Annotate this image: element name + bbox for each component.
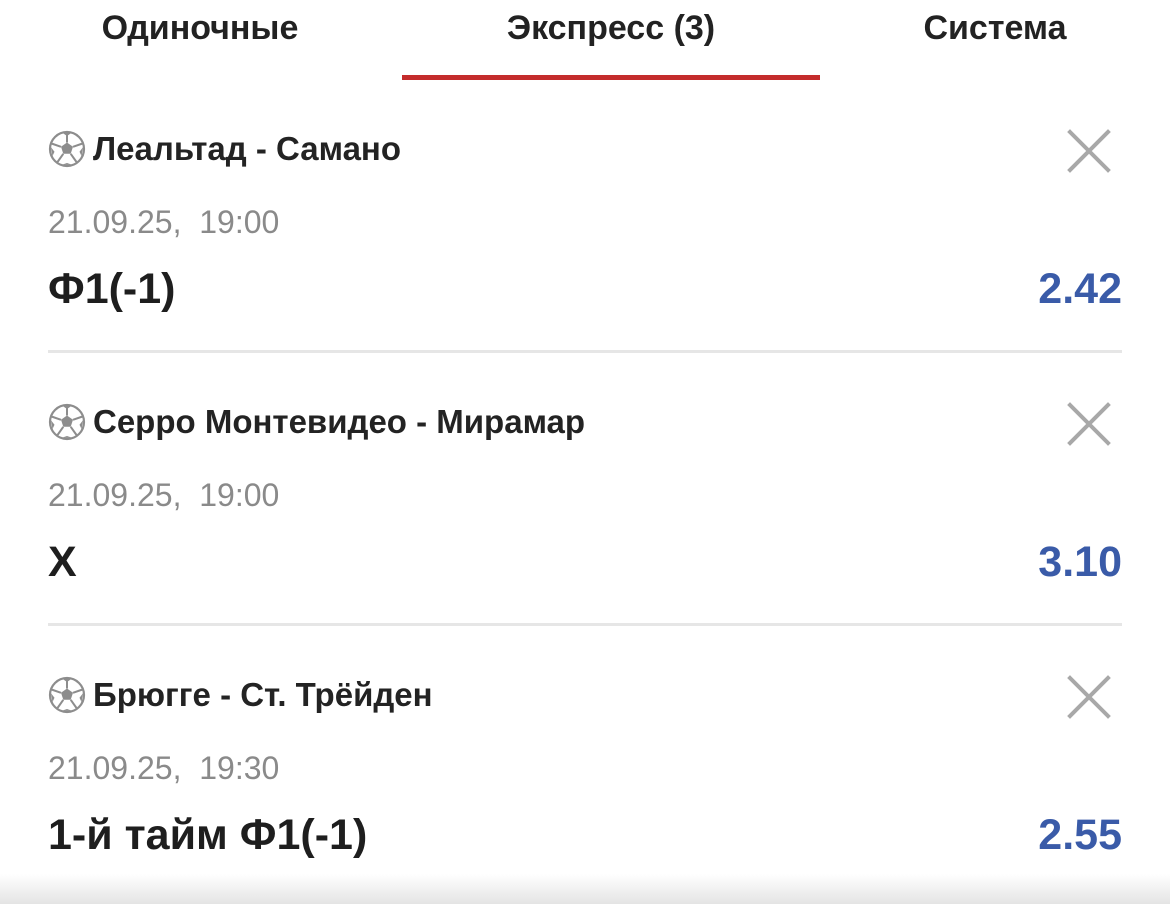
tab-system-label: Система xyxy=(923,9,1067,47)
close-icon xyxy=(1067,129,1111,173)
tab-single-label: Одиночные xyxy=(101,9,299,47)
close-icon xyxy=(1067,402,1111,446)
close-icon xyxy=(1067,675,1111,719)
event-datetime: 21.09.25, 19:00 xyxy=(48,477,280,513)
bet-odds[interactable]: 3.10 xyxy=(1038,538,1122,587)
match-row: Серро Монтевидео - Мирамар xyxy=(48,402,585,442)
tab-system[interactable]: Система xyxy=(820,0,1170,80)
soccer-ball-icon xyxy=(48,130,86,168)
bet-odds[interactable]: 2.55 xyxy=(1038,811,1122,860)
event-datetime: 21.09.25, 19:00 xyxy=(48,204,280,240)
match-row: Леальтад - Самано xyxy=(48,129,401,169)
bottom-panel-shadow xyxy=(0,874,1170,904)
bet-type-tabs: Одиночные Экспресс (3) Система xyxy=(0,0,1170,80)
bet-item: Брюгге - Ст. Трёйден 21.09.25, 19:30 1-й… xyxy=(48,626,1122,899)
bet-item: Серро Монтевидео - Мирамар 21.09.25, 19:… xyxy=(48,353,1122,626)
match-row: Брюгге - Ст. Трёйден xyxy=(48,675,433,715)
event-datetime: 21.09.25, 19:30 xyxy=(48,750,280,786)
remove-bet-button[interactable] xyxy=(1066,128,1112,174)
tab-express-label: Экспресс (3) xyxy=(506,9,716,47)
match-title: Серро Монтевидео - Мирамар xyxy=(93,403,586,440)
soccer-ball-icon xyxy=(48,403,86,441)
remove-bet-button[interactable] xyxy=(1066,674,1112,720)
tab-express[interactable]: Экспресс (3) xyxy=(402,0,820,80)
bet-outcome: 1-й тайм Ф1(-1) xyxy=(48,811,368,859)
bet-slip-page: Одиночные Экспресс (3) Система Леальтад … xyxy=(0,0,1170,904)
bet-item: Леальтад - Самано 21.09.25, 19:00 Ф1(-1)… xyxy=(48,80,1122,353)
match-title: Брюгге - Ст. Трёйден xyxy=(93,676,433,713)
match-title: Леальтад - Самано xyxy=(93,130,402,167)
bet-outcome: Ф1(-1) xyxy=(48,265,176,313)
soccer-ball-icon xyxy=(48,676,86,714)
remove-bet-button[interactable] xyxy=(1066,401,1112,447)
bet-odds[interactable]: 2.42 xyxy=(1038,265,1122,314)
bet-outcome: Х xyxy=(48,538,77,586)
tab-single[interactable]: Одиночные xyxy=(0,0,400,80)
